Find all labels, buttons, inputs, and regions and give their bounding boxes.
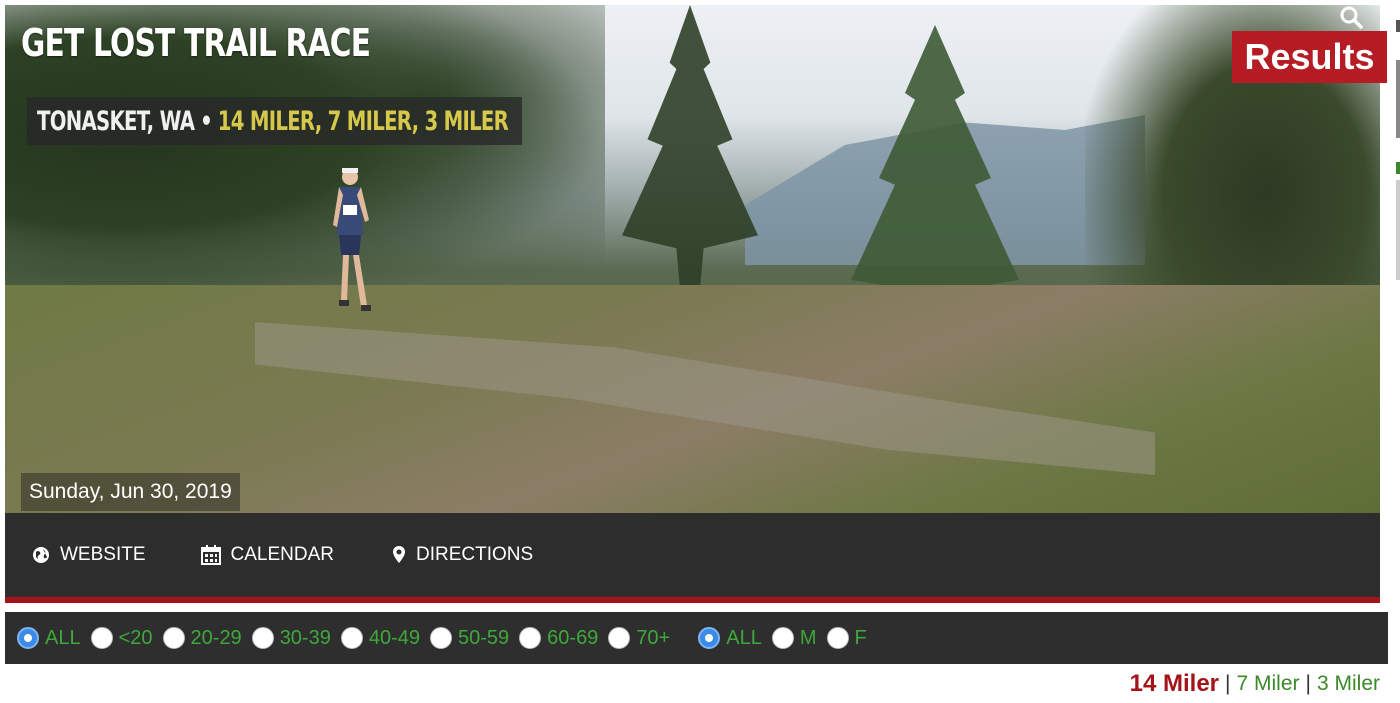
results-badge: Results xyxy=(1232,31,1387,83)
age-radio-option[interactable]: 50-59 xyxy=(430,627,509,650)
radio-button[interactable] xyxy=(608,627,631,649)
age-radio-option[interactable]: <20 xyxy=(90,626,153,650)
age-filter-group: ALL <20 20-29 30-39 40-49 50-59 60-69 70+ xyxy=(17,627,680,650)
distance-tab-7-miler[interactable]: 7 Miler xyxy=(1237,672,1300,696)
age-radio-option[interactable]: 20-29 xyxy=(162,626,242,650)
race-distances: 14 MILER, 7 MILER, 3 MILER xyxy=(217,105,509,137)
radio-button[interactable] xyxy=(162,627,185,649)
radio-button[interactable] xyxy=(430,627,452,649)
age-radio-option[interactable]: 30-39 xyxy=(251,626,331,650)
race-date: Sunday, Jun 30, 2019 xyxy=(21,473,240,511)
side-strip xyxy=(1396,20,1400,280)
radio-button[interactable] xyxy=(251,627,274,649)
radio-button[interactable] xyxy=(340,627,363,649)
separator: | xyxy=(1305,672,1311,695)
age-radio-option[interactable]: 60-69 xyxy=(519,627,598,650)
radio-label: ALL xyxy=(726,626,762,649)
directions-label: DIRECTIONS xyxy=(416,544,534,565)
radio-label: 40-49 xyxy=(368,626,420,649)
tree-silhouette xyxy=(622,5,758,325)
website-label: WEBSITE xyxy=(60,544,146,565)
radio-label: 70+ xyxy=(636,626,671,649)
age-radio-option[interactable]: 40-49 xyxy=(340,626,420,650)
event-nav-bar: WEBSITE CALENDAR DIRECTIONS xyxy=(5,513,1380,597)
runner-figure xyxy=(333,168,371,311)
radio-button[interactable] xyxy=(698,627,721,649)
radio-button[interactable] xyxy=(17,627,39,649)
radio-button[interactable] xyxy=(519,627,542,649)
gender-filter-group: ALL M F xyxy=(698,627,876,650)
search-icon[interactable] xyxy=(1338,4,1364,30)
radio-label: 50-59 xyxy=(458,626,510,649)
radio-label: ALL xyxy=(45,626,81,649)
radio-label: 60-69 xyxy=(547,626,599,649)
radio-label: M xyxy=(799,626,817,649)
accent-divider xyxy=(5,597,1380,603)
radio-label: F xyxy=(854,626,867,649)
globe-icon xyxy=(33,547,49,563)
radio-button[interactable] xyxy=(90,627,113,649)
race-title: GET LOST TRAIL RACE xyxy=(21,21,371,65)
directions-link[interactable]: DIRECTIONS xyxy=(392,544,533,566)
calendar-link[interactable]: CALENDAR xyxy=(200,544,334,566)
hero-banner: GET LOST TRAIL RACE TONASKET, WA • 14 MI… xyxy=(5,5,1380,513)
separator-dot: • xyxy=(200,105,213,137)
gender-radio-option[interactable]: M xyxy=(771,626,817,650)
radio-label: 20-29 xyxy=(190,626,242,649)
radio-label: 30-39 xyxy=(279,626,331,649)
calendar-icon xyxy=(200,545,221,565)
age-radio-option[interactable]: ALL xyxy=(17,627,81,650)
distance-tabs: 14 Miler | 7 Miler | 3 Miler xyxy=(1130,670,1380,698)
radio-button[interactable] xyxy=(771,627,794,649)
separator: | xyxy=(1225,672,1231,695)
race-location: TONASKET, WA xyxy=(37,105,195,137)
distance-tab-14-miler[interactable]: 14 Miler xyxy=(1130,670,1219,698)
gender-radio-option[interactable]: ALL xyxy=(698,627,762,650)
age-radio-option[interactable]: 70+ xyxy=(608,627,670,650)
radio-button[interactable] xyxy=(826,627,849,649)
gender-radio-option[interactable]: F xyxy=(826,626,867,650)
distance-tab-3-miler[interactable]: 3 Miler xyxy=(1317,672,1380,696)
website-link[interactable]: WEBSITE xyxy=(32,544,146,566)
map-pin-icon xyxy=(393,546,405,563)
race-subtitle: TONASKET, WA • 14 MILER, 7 MILER, 3 MILE… xyxy=(27,97,522,145)
radio-label: <20 xyxy=(118,626,153,649)
filter-bar: ALL <20 20-29 30-39 40-49 50-59 60-69 70+ ALL M F xyxy=(5,612,1388,664)
calendar-label: CALENDAR xyxy=(230,544,334,565)
